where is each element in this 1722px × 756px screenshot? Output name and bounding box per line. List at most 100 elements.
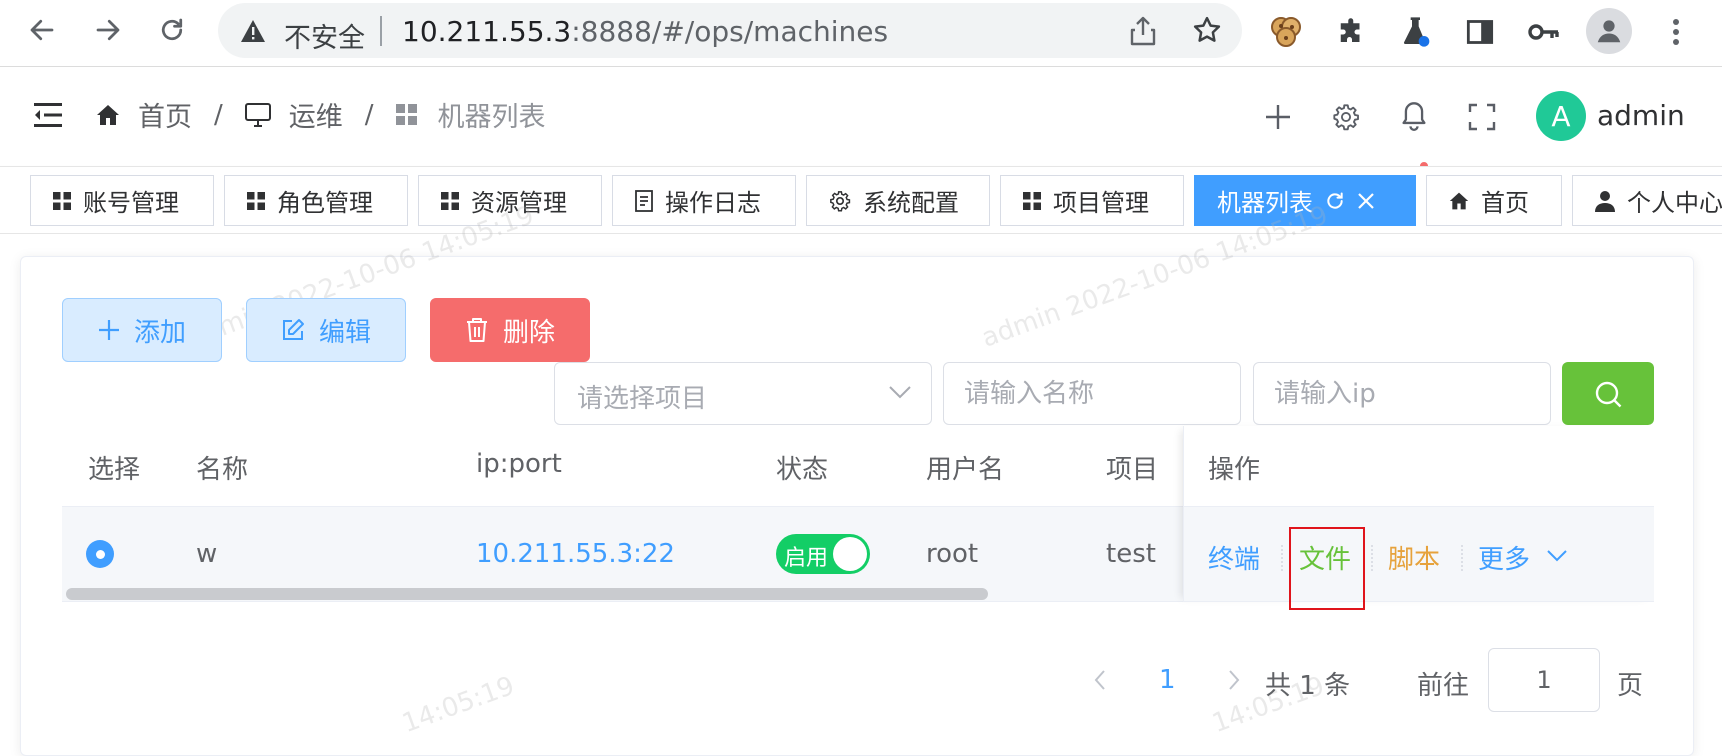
column-header-name: 名称: [196, 455, 249, 485]
column-header-ip-port: ip:port: [476, 449, 562, 479]
close-icon[interactable]: [1357, 192, 1375, 210]
ip-input-field[interactable]: [1274, 363, 1530, 424]
tag-resource-management[interactable]: 资源管理: [418, 175, 602, 226]
tag-machine-list[interactable]: 机器列表: [1194, 175, 1416, 226]
search-button[interactable]: [1562, 362, 1654, 425]
column-header-status: 状态: [776, 455, 829, 485]
password-key-icon[interactable]: [1524, 12, 1564, 52]
grid-icon: [395, 103, 418, 126]
project-select-placeholder: 请选择项目: [577, 384, 708, 414]
edit-icon: [281, 318, 305, 342]
next-page-icon[interactable]: [1228, 670, 1240, 690]
bell-icon[interactable]: [1400, 101, 1428, 131]
fullscreen-icon[interactable]: [1468, 103, 1496, 131]
grid-icon: [1023, 191, 1041, 210]
action-divider: [1281, 545, 1283, 571]
name-input[interactable]: [943, 362, 1241, 425]
lab-flask-icon[interactable]: [1396, 12, 1436, 52]
address-divider: [380, 16, 382, 46]
address-bar[interactable]: 不安全 10.211.55.3:8888/#/ops/machines: [218, 3, 1242, 58]
prev-page-icon[interactable]: [1094, 670, 1106, 690]
grid-icon: [441, 191, 459, 210]
gear-icon: [829, 190, 851, 212]
reload-icon[interactable]: [154, 12, 190, 48]
chevron-down-icon: [889, 385, 911, 399]
tag-label: 首页: [1481, 189, 1529, 217]
browser-toolbar: 不安全 10.211.55.3:8888/#/ops/machines: [0, 0, 1722, 67]
script-button[interactable]: 脚本: [1388, 539, 1440, 576]
highlight-box: [1289, 527, 1365, 610]
breadcrumb-home[interactable]: 首页: [138, 95, 192, 134]
name-input-field[interactable]: [964, 363, 1220, 424]
delete-button[interactable]: 删除: [430, 298, 590, 362]
edit-label: 编辑: [318, 317, 371, 348]
status-switch-label: 启用: [784, 546, 829, 571]
tag-system-config[interactable]: 系统配置: [806, 175, 990, 226]
tag-label: 角色管理: [277, 189, 373, 217]
ip-input[interactable]: [1253, 362, 1551, 425]
tag-project-management[interactable]: 项目管理: [1000, 175, 1184, 226]
chevron-down-icon[interactable]: [1547, 550, 1567, 562]
tag-account-management[interactable]: 账号管理: [30, 175, 214, 226]
tag-home[interactable]: 首页: [1426, 175, 1562, 226]
more-dropdown[interactable]: 更多: [1478, 539, 1530, 576]
cookie-extension-icon[interactable]: [1266, 12, 1306, 52]
total-count: 共 1 条: [1265, 671, 1351, 701]
user-icon: [1595, 190, 1615, 212]
column-header-select: 选择: [88, 455, 141, 485]
column-header-project: 项目: [1106, 455, 1159, 485]
plus-icon: [98, 319, 120, 341]
extensions-puzzle-icon[interactable]: [1332, 12, 1372, 52]
profile-icon[interactable]: [1586, 8, 1632, 54]
tag-label: 资源管理: [471, 189, 567, 217]
terminal-button[interactable]: 终端: [1208, 539, 1260, 576]
breadcrumb: 首页 / 运维 / 机器列表: [96, 95, 546, 134]
app-header: 首页 / 运维 / 机器列表 A admin: [0, 67, 1722, 172]
sidebar-toggle-icon[interactable]: [34, 103, 62, 127]
cell-username: root: [926, 539, 979, 569]
tag-role-management[interactable]: 角色管理: [224, 175, 408, 226]
breadcrumb-ops[interactable]: 运维: [289, 95, 343, 134]
page-number-current[interactable]: 1: [1159, 665, 1176, 695]
edit-button[interactable]: 编辑: [246, 298, 406, 362]
browser-menu-icon[interactable]: [1656, 12, 1696, 52]
add-label: 添加: [133, 317, 186, 348]
column-header-operation: 操作: [1208, 455, 1261, 485]
row-select-radio[interactable]: [86, 540, 114, 568]
status-switch[interactable]: 启用: [776, 534, 870, 574]
side-panel-icon[interactable]: [1460, 12, 1500, 52]
cell-ip-port-link[interactable]: 10.211.55.3:22: [476, 539, 675, 569]
warning-icon: [240, 19, 266, 43]
add-button[interactable]: 添加: [62, 298, 222, 362]
share-icon[interactable]: [1130, 16, 1156, 46]
tag-label: 项目管理: [1053, 189, 1149, 217]
username[interactable]: admin: [1597, 99, 1685, 132]
action-divider: [1461, 545, 1463, 571]
tag-label: 个人中心: [1627, 189, 1722, 217]
breadcrumb-current: 机器列表: [437, 102, 546, 133]
url-text: 10.211.55.3:8888/#/ops/machines: [402, 15, 889, 48]
tag-label: 系统配置: [863, 189, 959, 217]
bookmark-star-icon[interactable]: [1192, 15, 1222, 45]
back-icon[interactable]: [24, 12, 60, 48]
avatar[interactable]: A: [1536, 91, 1586, 141]
grid-icon: [53, 191, 71, 210]
tag-label: 账号管理: [83, 189, 179, 217]
gear-icon[interactable]: [1332, 103, 1360, 131]
trash-icon: [465, 317, 489, 343]
tag-operation-log[interactable]: 操作日志: [612, 175, 796, 226]
project-select[interactable]: 请选择项目: [554, 362, 932, 425]
tag-personal-center[interactable]: 个人中心: [1572, 175, 1722, 226]
goto-page-input[interactable]: 1: [1488, 648, 1600, 712]
action-divider: [1371, 545, 1373, 571]
page-suffix: 页: [1617, 671, 1644, 701]
cell-project: test: [1106, 539, 1156, 569]
column-header-username: 用户名: [926, 455, 1005, 485]
horizontal-scrollbar[interactable]: [66, 588, 988, 600]
breadcrumb-separator: /: [364, 99, 374, 130]
monitor-icon: [244, 102, 271, 127]
plus-icon[interactable]: [1265, 104, 1291, 130]
breadcrumb-separator: /: [214, 99, 223, 130]
refresh-icon[interactable]: [1325, 191, 1345, 211]
forward-icon[interactable]: [90, 12, 126, 48]
